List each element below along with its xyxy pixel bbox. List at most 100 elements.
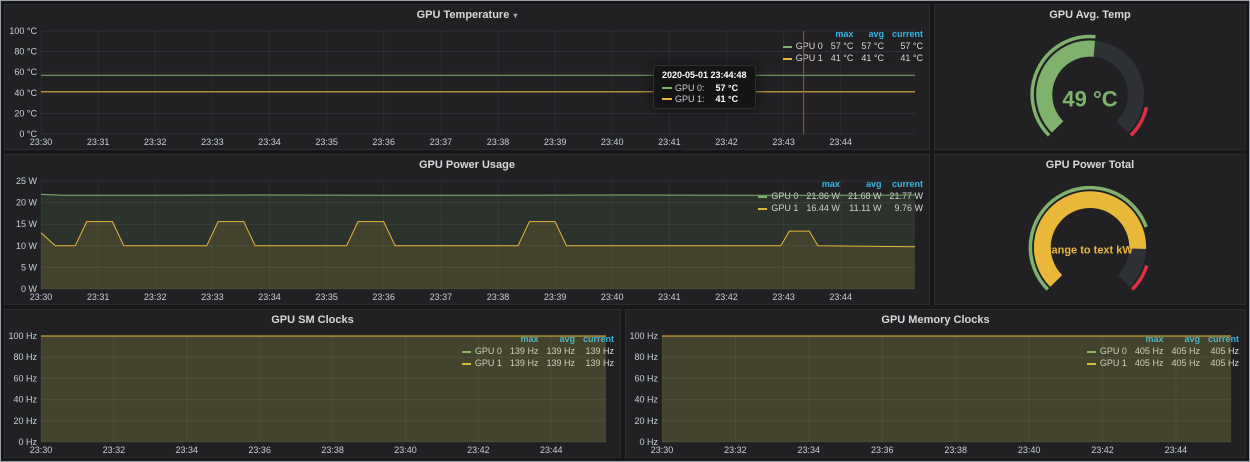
gauge-gpu-power-total: range to text kW	[935, 175, 1245, 304]
svg-text:40 °C: 40 °C	[14, 88, 37, 98]
svg-text:23:36: 23:36	[871, 445, 894, 455]
panel-title: GPU Power Usage	[419, 159, 515, 171]
svg-text:23:32: 23:32	[103, 445, 126, 455]
panel-title: GPU Temperature	[417, 9, 510, 21]
svg-text:23:41: 23:41	[658, 292, 681, 302]
svg-text:100 Hz: 100 Hz	[629, 331, 658, 341]
dashboard-row-1: GPU Temperature ▾ 0 °C20 °C40 °C60 °C80 …	[4, 4, 1246, 150]
panel-menu-gpu-power-total[interactable]: GPU Power Total	[935, 155, 1245, 175]
panel-body: 0 Hz20 Hz40 Hz60 Hz80 Hz100 Hz23:3023:32…	[5, 330, 620, 457]
svg-text:23:30: 23:30	[30, 445, 53, 455]
chart-gpu-power-usage[interactable]: 0 W5 W10 W15 W20 W25 W23:3023:3123:3223:…	[5, 175, 756, 304]
svg-text:23:41: 23:41	[658, 137, 681, 147]
svg-text:25 W: 25 W	[16, 176, 38, 186]
svg-text:23:39: 23:39	[544, 137, 567, 147]
svg-text:80 Hz: 80 Hz	[634, 352, 658, 362]
series-fill	[662, 336, 1231, 442]
svg-text:23:42: 23:42	[715, 137, 738, 147]
svg-text:20 °C: 20 °C	[14, 108, 37, 118]
x-axis-labels: 23:3023:3123:3223:3323:3423:3523:3623:37…	[30, 292, 852, 302]
panel-menu-gpu-temperature[interactable]: GPU Temperature ▾	[5, 5, 929, 25]
svg-text:23:36: 23:36	[372, 292, 395, 302]
panel-title: GPU SM Clocks	[271, 314, 354, 326]
svg-text:23:32: 23:32	[144, 292, 167, 302]
panel-title: GPU Memory Clocks	[881, 314, 989, 326]
svg-text:23:44: 23:44	[829, 292, 852, 302]
svg-text:20 Hz: 20 Hz	[13, 416, 37, 426]
svg-text:23:34: 23:34	[258, 137, 281, 147]
chart-gpu-memory-clocks[interactable]: 0 Hz20 Hz40 Hz60 Hz80 Hz100 Hz23:3023:32…	[626, 330, 1085, 457]
panel-gpu-memory-clocks: GPU Memory Clocks 0 Hz20 Hz40 Hz60 Hz80 …	[625, 309, 1246, 458]
svg-text:23:35: 23:35	[315, 292, 338, 302]
panel-gpu-temperature: GPU Temperature ▾ 0 °C20 °C40 °C60 °C80 …	[4, 4, 930, 150]
svg-text:5 W: 5 W	[21, 262, 38, 272]
panel-menu-gpu-sm-clocks[interactable]: GPU SM Clocks	[5, 310, 620, 330]
panel-menu-gpu-memory-clocks[interactable]: GPU Memory Clocks	[626, 310, 1245, 330]
dashboard-row-3: GPU SM Clocks 0 Hz20 Hz40 Hz60 Hz80 Hz10…	[4, 309, 1246, 458]
panel-gpu-power-usage: GPU Power Usage 0 W5 W10 W15 W20 W25 W23…	[4, 154, 930, 305]
svg-text:80 Hz: 80 Hz	[13, 352, 37, 362]
svg-text:23:43: 23:43	[772, 137, 795, 147]
svg-text:23:36: 23:36	[372, 137, 395, 147]
panel-title: GPU Avg. Temp	[1049, 9, 1131, 21]
chart-gpu-temperature[interactable]: 0 °C20 °C40 °C60 °C80 °C100 °C23:3023:31…	[5, 25, 781, 149]
svg-text:23:38: 23:38	[321, 445, 344, 455]
x-axis-labels: 23:3023:3123:3223:3323:3423:3523:3623:37…	[30, 137, 852, 147]
svg-text:23:42: 23:42	[715, 292, 738, 302]
svg-text:60 Hz: 60 Hz	[634, 373, 658, 383]
chart-svg: 0 °C20 °C40 °C60 °C80 °C100 °C23:3023:31…	[5, 25, 921, 149]
svg-text:23:37: 23:37	[430, 137, 453, 147]
svg-text:23:40: 23:40	[601, 292, 624, 302]
svg-text:23:44: 23:44	[1165, 445, 1188, 455]
svg-text:60 Hz: 60 Hz	[13, 373, 37, 383]
svg-text:23:42: 23:42	[467, 445, 490, 455]
y-axis-labels: 0 W5 W10 W15 W20 W25 W	[16, 176, 38, 294]
gauge-gpu-avg-temp: 49 °C	[935, 25, 1245, 149]
panel-body: 0 Hz20 Hz40 Hz60 Hz80 Hz100 Hz23:3023:32…	[626, 330, 1245, 457]
svg-text:100 °C: 100 °C	[9, 26, 37, 36]
gauge-value-text: range to text kW	[1047, 244, 1133, 256]
svg-text:23:39: 23:39	[544, 292, 567, 302]
svg-text:23:36: 23:36	[248, 445, 271, 455]
panel-body: 0 °C20 °C40 °C60 °C80 °C100 °C23:3023:31…	[5, 25, 929, 149]
panel-gpu-power-total: GPU Power Total range to text kW	[934, 154, 1246, 305]
chart-gpu-sm-clocks[interactable]: 0 Hz20 Hz40 Hz60 Hz80 Hz100 Hz23:3023:32…	[5, 330, 460, 457]
svg-text:20 W: 20 W	[16, 198, 38, 208]
svg-text:23:31: 23:31	[87, 292, 110, 302]
series-fill	[41, 336, 606, 442]
x-grid	[41, 31, 841, 134]
panel-menu-gpu-power-usage[interactable]: GPU Power Usage	[5, 155, 929, 175]
svg-text:100 Hz: 100 Hz	[8, 331, 37, 341]
svg-text:40 Hz: 40 Hz	[13, 395, 37, 405]
gauge-svg: 49 °C	[935, 25, 1245, 149]
svg-text:80 °C: 80 °C	[14, 47, 37, 57]
svg-text:23:34: 23:34	[176, 445, 199, 455]
gauge-svg: range to text kW	[935, 175, 1245, 304]
panel-gpu-sm-clocks: GPU SM Clocks 0 Hz20 Hz40 Hz60 Hz80 Hz10…	[4, 309, 621, 458]
chart-svg: 0 Hz20 Hz40 Hz60 Hz80 Hz100 Hz23:3023:32…	[5, 330, 612, 457]
x-axis-labels: 23:30 23:32 23:34 23:36 23:38 23:40 23:42 23:44	[30, 445, 563, 455]
panel-gpu-avg-temp: GPU Avg. Temp 49 °C	[934, 4, 1246, 150]
svg-text:23:38: 23:38	[944, 445, 967, 455]
svg-text:15 W: 15 W	[16, 219, 38, 229]
panel-menu-gpu-avg-temp[interactable]: GPU Avg. Temp	[935, 5, 1245, 25]
chart-svg: 0 W5 W10 W15 W20 W25 W23:3023:3123:3223:…	[5, 175, 921, 304]
svg-text:23:34: 23:34	[798, 445, 821, 455]
svg-text:23:33: 23:33	[201, 292, 224, 302]
svg-text:23:30: 23:30	[30, 137, 53, 147]
panel-body: 0 W5 W10 W15 W20 W25 W23:3023:3123:3223:…	[5, 175, 929, 304]
x-axis-labels: 23:3023:3223:3423:3623:3823:4023:4223:44	[651, 445, 1187, 455]
svg-text:23:40: 23:40	[601, 137, 624, 147]
svg-text:23:31: 23:31	[87, 137, 110, 147]
dashboard-row-2: GPU Power Usage 0 W5 W10 W15 W20 W25 W23…	[4, 154, 1246, 305]
svg-text:60 °C: 60 °C	[14, 67, 37, 77]
svg-text:23:43: 23:43	[772, 292, 795, 302]
svg-text:23:38: 23:38	[487, 137, 510, 147]
svg-text:23:35: 23:35	[315, 137, 338, 147]
grafana-dashboard: GPU Temperature ▾ 0 °C20 °C40 °C60 °C80 …	[0, 0, 1250, 462]
svg-text:23:40: 23:40	[394, 445, 417, 455]
svg-text:20 Hz: 20 Hz	[634, 416, 658, 426]
svg-text:23:30: 23:30	[651, 445, 674, 455]
chart-svg: 0 Hz20 Hz40 Hz60 Hz80 Hz100 Hz23:3023:32…	[626, 330, 1237, 457]
svg-text:23:44: 23:44	[540, 445, 563, 455]
